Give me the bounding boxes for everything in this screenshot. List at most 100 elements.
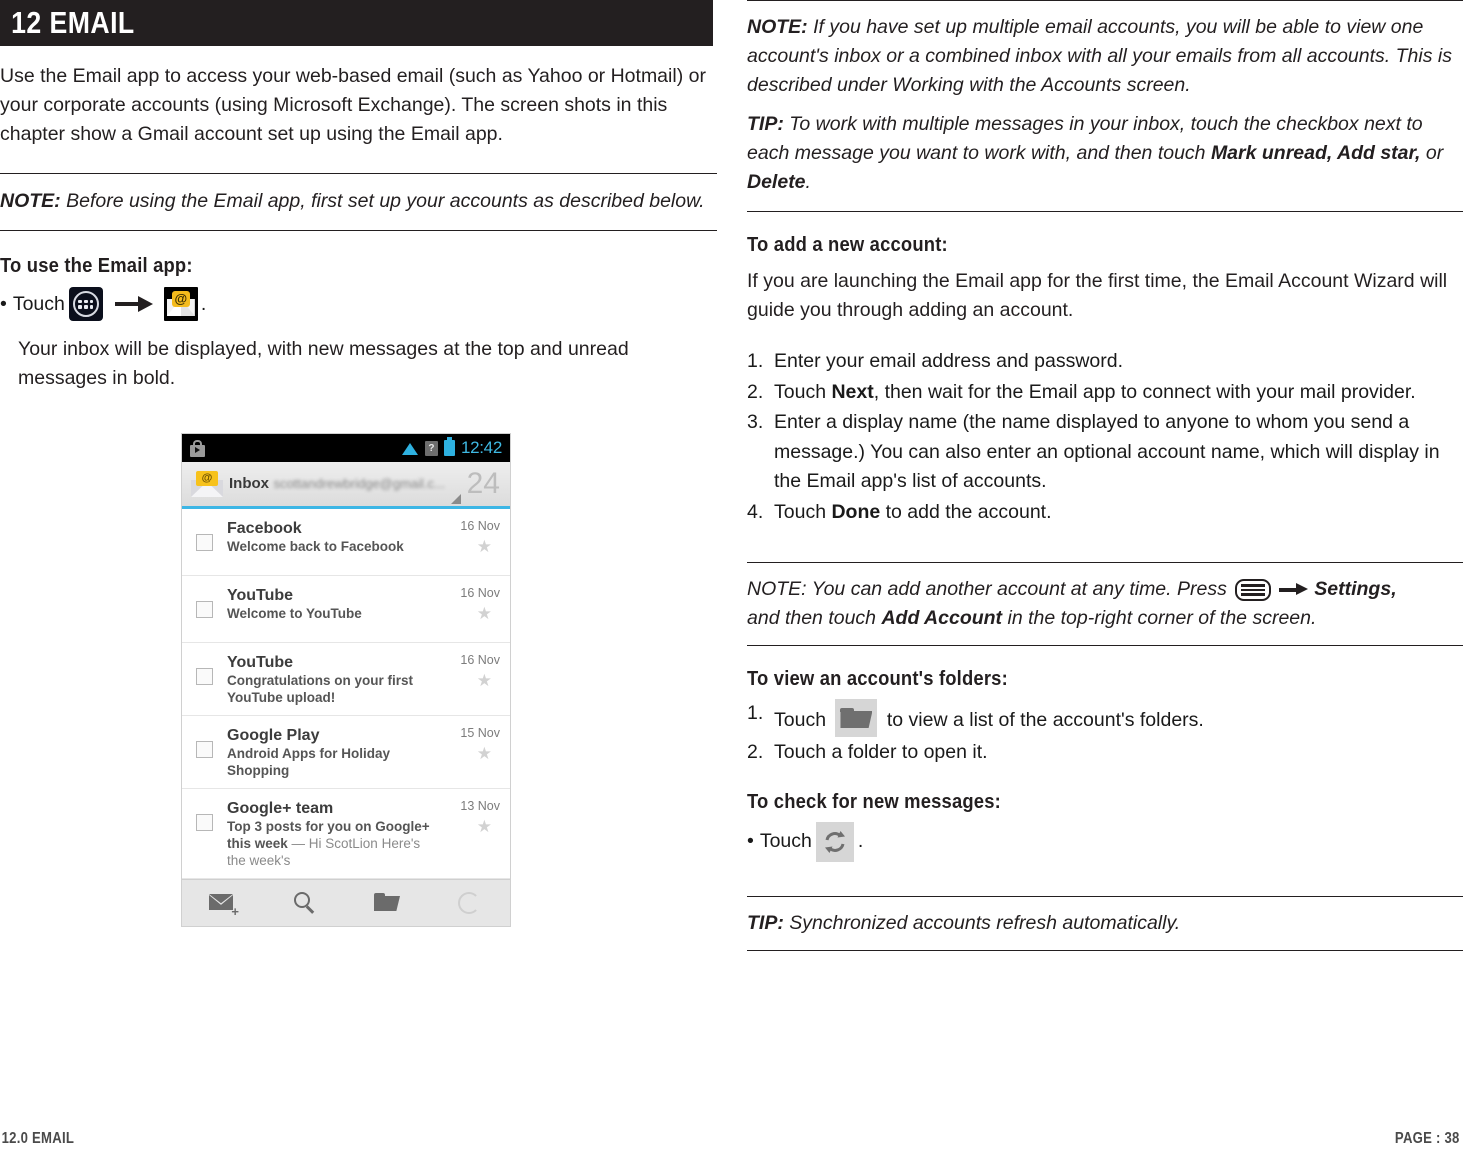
step-number: 2. (747, 380, 764, 403)
mail-row[interactable]: Facebook Welcome back to Facebook 16 Nov ★ (182, 509, 510, 576)
mail-row[interactable]: YouTube Welcome to YouTube 16 Nov ★ (182, 576, 510, 643)
star-icon[interactable]: ★ (477, 538, 492, 556)
mail-content: YouTube Welcome to YouTube (227, 585, 438, 622)
note-multiple-text: If you have set up multiple email accoun… (747, 16, 1452, 96)
phone-screenshot: ? 12:42 @ Inbox scottandrewbridge@gmail.… (181, 433, 511, 927)
star-icon[interactable]: ★ (477, 745, 492, 763)
star-icon[interactable]: ★ (477, 605, 492, 623)
inbox-unread-count: 24 (466, 467, 500, 500)
divider-tip-sync-bottom (747, 949, 1463, 951)
step-text: Enter your email address and password. (774, 350, 1124, 372)
mail-checkbox[interactable] (196, 601, 213, 618)
add-account-intro: If you are launching the Email app for t… (747, 270, 1448, 321)
mail-date: 15 Nov (460, 726, 500, 740)
right-column: NOTE: If you have set up multiple email … (747, 0, 1463, 951)
note-another-label: NOTE: (747, 578, 807, 600)
mail-subject: Welcome back to Facebook (227, 539, 404, 554)
mail-sender: Google Play (227, 727, 320, 744)
mail-checkbox[interactable] (196, 814, 213, 831)
mail-subject: Congratulations on your first YouTube up… (227, 673, 414, 705)
arrow-right-icon (114, 296, 153, 312)
mail-sender: YouTube (227, 654, 294, 671)
inbox-result-paragraph: Your inbox will be displayed, with new m… (18, 338, 629, 389)
add-account-steps: 1. Enter your email address and password.… (747, 347, 1463, 527)
tip-multiple-bold-2: Delete (747, 171, 806, 193)
manual-page: 12 EMAIL Use the Email app to access you… (0, 0, 1463, 1158)
status-indicators: ? 12:42 (402, 437, 502, 458)
search-button[interactable] (264, 880, 346, 926)
folders-step-1-pre: Touch (774, 709, 832, 731)
step-bold-term: Done (831, 500, 881, 523)
email-app-icon: @ (163, 287, 198, 321)
mail-meta: 15 Nov ★ (438, 725, 504, 763)
folders-step-2-text: Touch a folder to open it. (774, 741, 988, 763)
mail-row[interactable]: Google+ team Top 3 posts for you on Googl… (182, 789, 510, 879)
tip-sync-accounts: TIP: Synchronized accounts refresh autom… (747, 909, 1463, 938)
tip-multiple-bold-1: Mark unread, Add star, (1210, 142, 1421, 164)
mail-content: Facebook Welcome back to Facebook (227, 518, 438, 555)
note-another-add-account: Add Account (881, 607, 1003, 629)
mail-sender: Facebook (227, 520, 302, 537)
check-touch-label: Touch (759, 830, 812, 852)
folders-button[interactable] (346, 880, 428, 926)
inbox-account-email-text: scottandrewbridge@gmail.c... (273, 476, 445, 491)
mail-snippet: — Hi ScotLion Here's the week's (227, 836, 421, 868)
folders-step-1: 1. Touch to view a list of the account's… (747, 699, 1463, 737)
mail-row[interactable]: YouTube Congratulations on your first You… (182, 643, 510, 716)
refresh-icon (458, 892, 480, 914)
tip-multiple-text-d: . (805, 171, 811, 193)
mail-content: Google Play Android Apps for Holiday Shop… (227, 725, 438, 779)
star-icon[interactable]: ★ (477, 818, 492, 836)
inbox-account-header[interactable]: @ Inbox scottandrewbridge@gmail.c... 24 (182, 462, 510, 509)
intro-paragraph: Use the Email app to access your web-bas… (0, 65, 706, 145)
mail-subject: Top 3 posts for you on Google+ this week… (227, 819, 430, 868)
chapter-header-bar: 12 EMAIL (0, 0, 713, 46)
status-notifications (190, 439, 205, 457)
mail-date: 16 Nov (460, 586, 500, 600)
folders-step-2-number: 2. (747, 741, 764, 763)
touch-sentence-period: . (200, 292, 207, 315)
heading-check-new-messages: To check for new messages: (747, 790, 1001, 813)
mail-meta: 13 Nov ★ (438, 798, 504, 836)
mail-date: 16 Nov (460, 653, 500, 667)
mail-sender: Google+ team (227, 800, 334, 817)
status-clock: 12:42 (460, 438, 502, 457)
compose-icon: + (209, 892, 239, 918)
folders-icon-inline (835, 699, 878, 737)
mail-checkbox[interactable] (196, 741, 213, 758)
heading-to-use-email-app: To use the Email app: (0, 255, 193, 277)
add-account-step: 1. Enter your email address and password. (747, 347, 1463, 377)
mail-checkbox[interactable] (196, 668, 213, 685)
compose-button[interactable]: + (182, 880, 264, 926)
star-icon[interactable]: ★ (477, 672, 492, 690)
left-column: 12 EMAIL Use the Email app to access you… (0, 0, 717, 393)
folders-step-1-text: Touch to view a list of the account's fo… (774, 699, 1463, 737)
mail-checkbox[interactable] (196, 534, 213, 551)
footer-page-number: PAGE : 38 (1395, 1130, 1460, 1147)
note-another-text-a: You can add another account at any time.… (806, 578, 1233, 600)
refresh-button[interactable] (428, 880, 510, 926)
arrow-right-small-icon (1279, 583, 1309, 596)
mail-list: Facebook Welcome back to Facebook 16 Nov ★ Y… (182, 509, 510, 879)
mail-meta: 16 Nov ★ (438, 518, 504, 556)
signal-unknown-icon: ? (424, 440, 438, 456)
check-messages-row: • Touch . (747, 814, 1463, 862)
folders-step-1-post: to view a list of the account's folders. (881, 709, 1204, 731)
page-footer: 12.0 EMAIL PAGE : 38 (0, 1130, 1463, 1148)
chevron-down-icon[interactable] (450, 494, 461, 504)
wifi-icon (402, 442, 419, 455)
step-bold-term: Next (831, 380, 874, 403)
mail-sender: YouTube (227, 587, 294, 604)
mail-meta: 16 Nov ★ (438, 652, 504, 690)
add-account-step: 2. Touch Next, then wait for the Email ap… (747, 378, 1463, 408)
mail-row[interactable]: Google Play Android Apps for Holiday Shop… (182, 716, 510, 789)
note-another-settings: Settings, (1314, 578, 1397, 600)
step-number: 1. (747, 350, 764, 372)
note-another-text-e: in the top-right corner of the screen. (1002, 607, 1317, 629)
note-text: Before using the Email app, first set up… (60, 190, 705, 212)
inbox-header-text: Inbox scottandrewbridge@gmail.c... (229, 475, 451, 493)
check-sentence-period: . (857, 830, 864, 852)
menu-key-icon (1235, 579, 1272, 601)
folders-step-2: 2. Touch a folder to open it. (747, 738, 1463, 768)
note-multiple-label: NOTE: (747, 16, 808, 38)
